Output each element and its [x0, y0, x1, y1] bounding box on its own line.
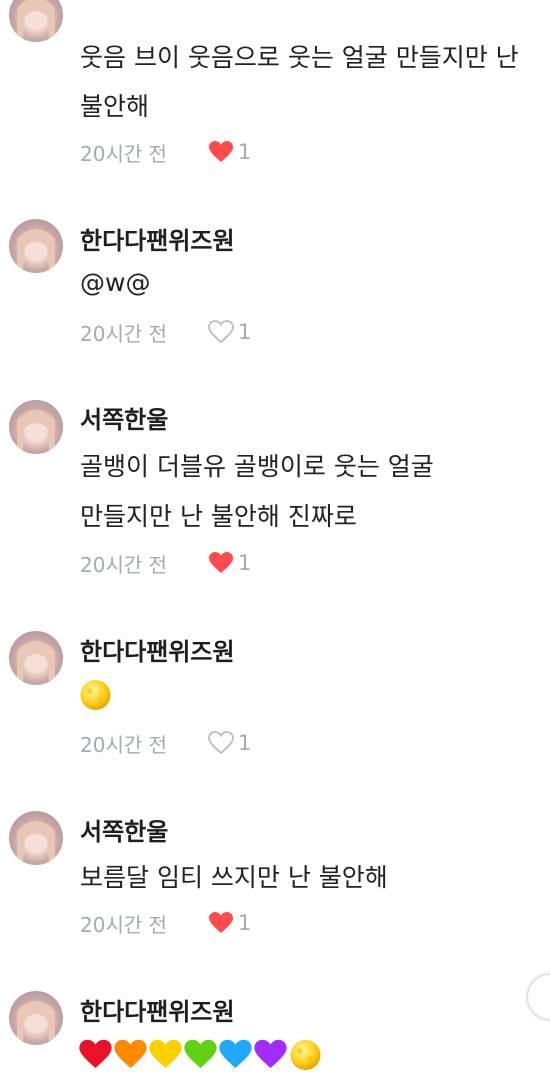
comment-text: 불안해: [80, 92, 150, 121]
comment-meta: 20시간 전 1: [80, 548, 251, 578]
comment-meta: 20시간 전 1: [80, 317, 251, 347]
like-count: 1: [238, 911, 252, 935]
emoji-row: [78, 677, 113, 712]
orange-heart-emoji: [113, 1037, 148, 1072]
avatar[interactable]: [9, 400, 63, 454]
username[interactable]: 한다다팬위즈원: [80, 632, 235, 667]
comment-time: 20시간 전: [80, 321, 168, 346]
comment-text: 웃음 브이 웃음으로 웃는 얼굴 만들지만 난: [80, 43, 519, 72]
emoji-row: [78, 1037, 323, 1072]
red-heart-emoji: [78, 1037, 113, 1072]
comment-list: 웃음 브이 웃음으로 웃는 얼굴 만들지만 난 불안해 20시간 전 1 한다다…: [0, 0, 550, 1083]
purple-heart-emoji: [253, 1037, 288, 1072]
comment-text: 만들지만 난 불안해 진짜로: [80, 502, 357, 531]
comment-time: 20시간 전: [80, 141, 168, 166]
username[interactable]: 서쪽한울: [80, 812, 168, 847]
yellow-heart-emoji: [148, 1037, 183, 1072]
comment-text: @w@: [80, 268, 151, 297]
comment-meta: 20시간 전 1: [80, 908, 251, 938]
green-heart-emoji: [183, 1037, 218, 1072]
full-moon-emoji: [288, 1037, 323, 1072]
comment-time: 20시간 전: [80, 732, 168, 757]
heart-icon[interactable]: [208, 911, 234, 935]
avatar[interactable]: [9, 219, 63, 273]
full-moon-emoji: [78, 677, 113, 712]
floating-action-button[interactable]: [528, 975, 550, 1019]
username[interactable]: 한다다팬위즈원: [80, 992, 235, 1027]
comment-meta: 20시간 전 1: [80, 728, 251, 758]
like-count: 1: [238, 551, 252, 575]
avatar[interactable]: [9, 631, 63, 685]
username[interactable]: 서쪽한울: [80, 400, 168, 435]
heart-icon[interactable]: [208, 551, 234, 575]
blue-heart-emoji: [218, 1037, 253, 1072]
avatar[interactable]: [9, 991, 63, 1045]
avatar[interactable]: [9, 0, 63, 42]
like-count: 1: [238, 731, 252, 755]
avatar[interactable]: [9, 811, 63, 865]
heart-outline-icon[interactable]: [208, 731, 234, 755]
heart-outline-icon[interactable]: [208, 320, 234, 344]
like-count: 1: [238, 140, 252, 164]
comment-time: 20시간 전: [80, 552, 168, 577]
username[interactable]: 한다다팬위즈원: [80, 221, 235, 256]
comment-text: 보름달 임티 쓰지만 난 불안해: [80, 863, 388, 892]
comment-text: 골뱅이 더블유 골뱅이로 웃는 얼굴: [80, 452, 434, 481]
comment-time: 20시간 전: [80, 912, 168, 937]
comment-meta: 20시간 전 1: [80, 137, 251, 167]
like-count: 1: [238, 320, 252, 344]
heart-icon[interactable]: [208, 140, 234, 164]
